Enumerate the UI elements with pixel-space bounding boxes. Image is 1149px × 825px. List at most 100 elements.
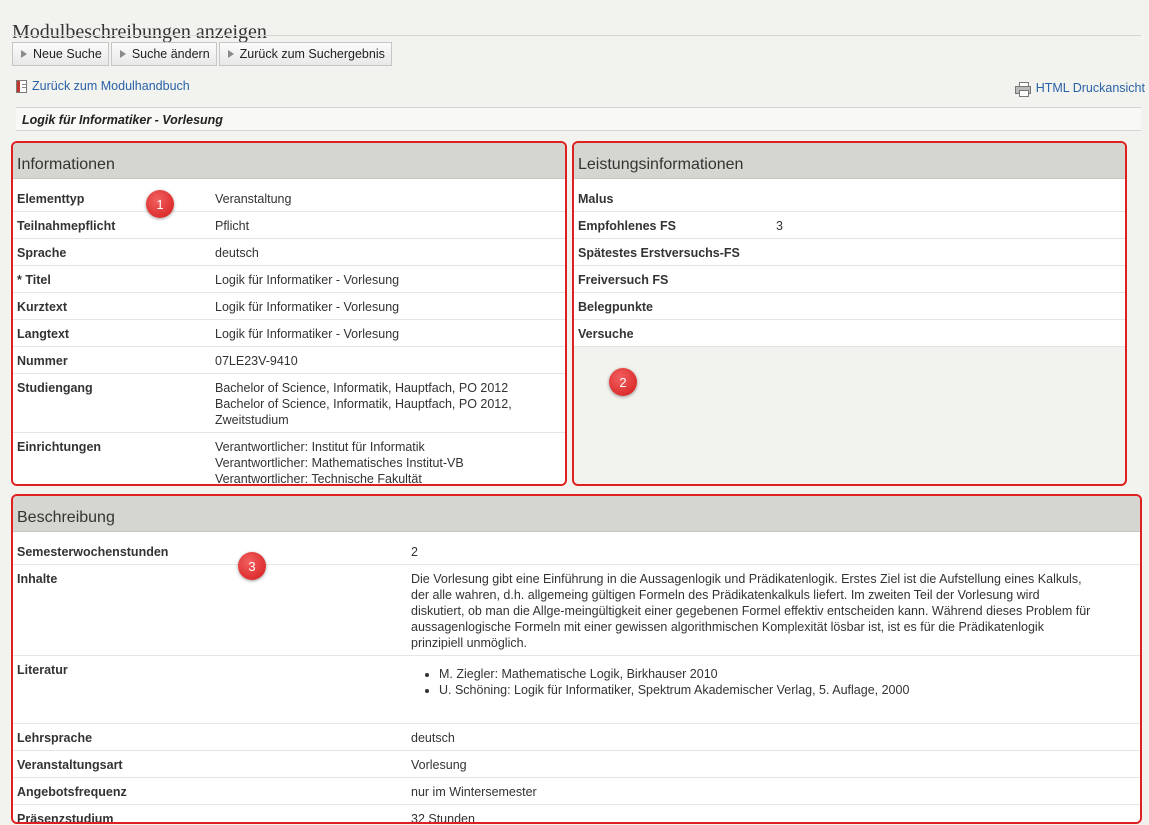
print-view-link[interactable]: HTML Druckansicht [1014,81,1145,97]
info-row-label: Langtext [17,327,70,341]
beschreibung-row-value: 32 Stunden [411,812,475,824]
info-row-value: Bachelor of Science, Informatik, Hauptfa… [215,380,555,428]
info-row-label: Elementtyp [17,192,85,206]
info-row-value: Veranstaltung [215,191,555,207]
info-row: Studiengang Bachelor of Science, Informat… [13,374,565,433]
beschreibung-row: Semesterwochenstunden 2 [13,538,1140,565]
leistung-row-value: 3 [776,219,783,233]
page-title: Modulbeschreibungen anzeigen [12,21,267,44]
beschreibung-row-label: Angebotsfrequenz [17,785,127,799]
beschreibung-row-label: Semesterwochenstunden [17,545,169,559]
info-row-label: Sprache [17,246,67,260]
info-row: Teilnahmepflicht Pflicht [13,212,565,239]
info-value-line: Verantwortlicher: Institut für Informati… [215,440,425,454]
informationen-panel: Informationen Elementtyp Veranstaltung Tei… [11,141,567,486]
info-value-line: Bachelor of Science, Informatik, Hauptfa… [215,397,512,427]
literature-item: U. Schöning: Logik für Informatiker, Spe… [439,682,1091,698]
leistung-row-label: Belegpunkte [578,300,654,314]
info-row: Nummer 07LE23V-9410 [13,347,565,374]
literature-list: M. Ziegler: Mathematische Logik, Birkhau… [411,666,1091,698]
info-value-line: Veranstaltung [215,192,292,206]
leistungsinformationen-header: Leistungsinformationen [574,143,1125,179]
leistungsinformationen-panel: Leistungsinformationen Malus Empfohlenes … [572,141,1127,486]
back-to-results-label: Zurück zum Suchergebnis [239,47,385,61]
leistung-row: Belegpunkte [574,293,1125,320]
beschreibung-row: Literatur M. Ziegler: Mathematische Logik… [13,656,1140,724]
info-row-label: Kurztext [17,300,68,314]
title-divider [12,35,1141,36]
beschreibung-row-value: deutsch [411,731,455,745]
back-to-results-button[interactable]: Zurück zum Suchergebnis [218,42,392,66]
info-row: Einrichtungen Verantwortlicher: Institut … [13,433,565,486]
leistung-row: Spätestes Erstversuchs-FS [574,239,1125,266]
print-view-label: HTML Druckansicht [1035,81,1145,95]
new-search-button[interactable]: Neue Suche [12,42,109,66]
edit-search-button[interactable]: Suche ändern [110,42,217,66]
info-row: Kurztext Logik für Informatiker - Vorlesu… [13,293,565,320]
leistung-row: Malus [574,185,1125,212]
info-row: * Titel Logik für Informatiker - Vorlesun… [13,266,565,293]
beschreibung-row: Inhalte Die Vorlesung gibt eine Einführun… [13,565,1140,656]
beschreibung-row-label: Inhalte [17,572,58,586]
beschreibung-panel: Beschreibung Semesterwochenstunden 2 Inhal… [11,494,1142,824]
info-value-line: Logik für Informatiker - Vorlesung [215,273,400,287]
annotation-marker-1: 1 [146,190,174,218]
back-to-handbook-link[interactable]: Zurück zum Modulhandbuch [16,79,190,93]
toolbar: Neue Suche Suche ändern Zurück zum Suche… [12,42,392,66]
info-value-line: Logik für Informatiker - Vorlesung [215,300,400,314]
new-search-label: Neue Suche [33,47,102,61]
beschreibung-row-label: Präsenzstudium [17,812,114,824]
back-to-handbook-label: Zurück zum Modulhandbuch [32,79,190,93]
play-triangle-icon [227,50,234,58]
beschreibung-row-value: Die Vorlesung gibt eine Einführung in di… [411,572,1091,650]
leistung-row: Empfohlenes FS 3 [574,212,1125,239]
beschreibung-row-value: M. Ziegler: Mathematische Logik, Birkhau… [411,662,1091,719]
leistung-row-label: Versuche [578,327,634,341]
literature-item: M. Ziegler: Mathematische Logik, Birkhau… [439,666,1091,682]
beschreibung-row: Lehrsprache deutsch [13,724,1140,751]
info-value-line: Verantwortlicher: Technische Fakultät [215,472,422,486]
annotation-marker-3: 3 [238,552,266,580]
leistung-row-label: Malus [578,192,614,206]
beschreibung-row-label: Veranstaltungsart [17,758,123,772]
info-row-value: Pflicht [215,218,555,234]
info-row-label: Einrichtungen [17,440,102,454]
beschreibung-row: Präsenzstudium 32 Stunden [13,805,1140,824]
beschreibung-row-value: Vorlesung [411,758,467,772]
info-row-value: Logik für Informatiker - Vorlesung [215,326,555,342]
edit-search-label: Suche ändern [131,47,210,61]
annotation-marker-2: 2 [609,368,637,396]
beschreibung-header: Beschreibung [13,496,1140,532]
beschreibung-row-label: Lehrsprache [17,731,93,745]
leistung-row-label: Empfohlenes FS [578,219,676,233]
info-row-label: * Titel [17,273,51,287]
play-triangle-icon [119,50,126,58]
info-row-label: Nummer [17,354,68,368]
module-subtitle: Logik für Informatiker - Vorlesung [16,107,1141,131]
info-row-label: Teilnahmepflicht [17,219,116,233]
info-value-line: 07LE23V-9410 [215,354,298,368]
play-triangle-icon [21,50,27,58]
info-row-value: Logik für Informatiker - Vorlesung [215,272,555,288]
beschreibung-row: Veranstaltungsart Vorlesung [13,751,1140,778]
book-icon [16,79,27,93]
informationen-header: Informationen [13,143,565,179]
beschreibung-row-label: Literatur [17,663,68,677]
info-row-value: Verantwortlicher: Institut für Informati… [215,439,555,486]
info-row: Elementtyp Veranstaltung [13,185,565,212]
info-row-value: 07LE23V-9410 [215,353,555,369]
info-value-line: Logik für Informatiker - Vorlesung [215,327,400,341]
info-row-value: deutsch [215,245,555,261]
info-value-line: Bachelor of Science, Informatik, Hauptfa… [215,381,509,395]
leistung-row: Freiversuch FS [574,266,1125,293]
beschreibung-row: Angebotsfrequenz nur im Wintersemester [13,778,1140,805]
info-row: Sprache deutsch [13,239,565,266]
leistung-row-label: Spätestes Erstversuchs-FS [578,246,740,260]
info-value-line: deutsch [215,246,259,260]
leistung-row-label: Freiversuch FS [578,273,669,287]
info-value-line: Verantwortlicher: Mathematisches Institu… [215,456,464,470]
info-row-value: Logik für Informatiker - Vorlesung [215,299,555,315]
leistung-row: Versuche [574,320,1125,347]
info-row: Langtext Logik für Informatiker - Vorlesu… [13,320,565,347]
info-value-line: Pflicht [215,219,250,233]
